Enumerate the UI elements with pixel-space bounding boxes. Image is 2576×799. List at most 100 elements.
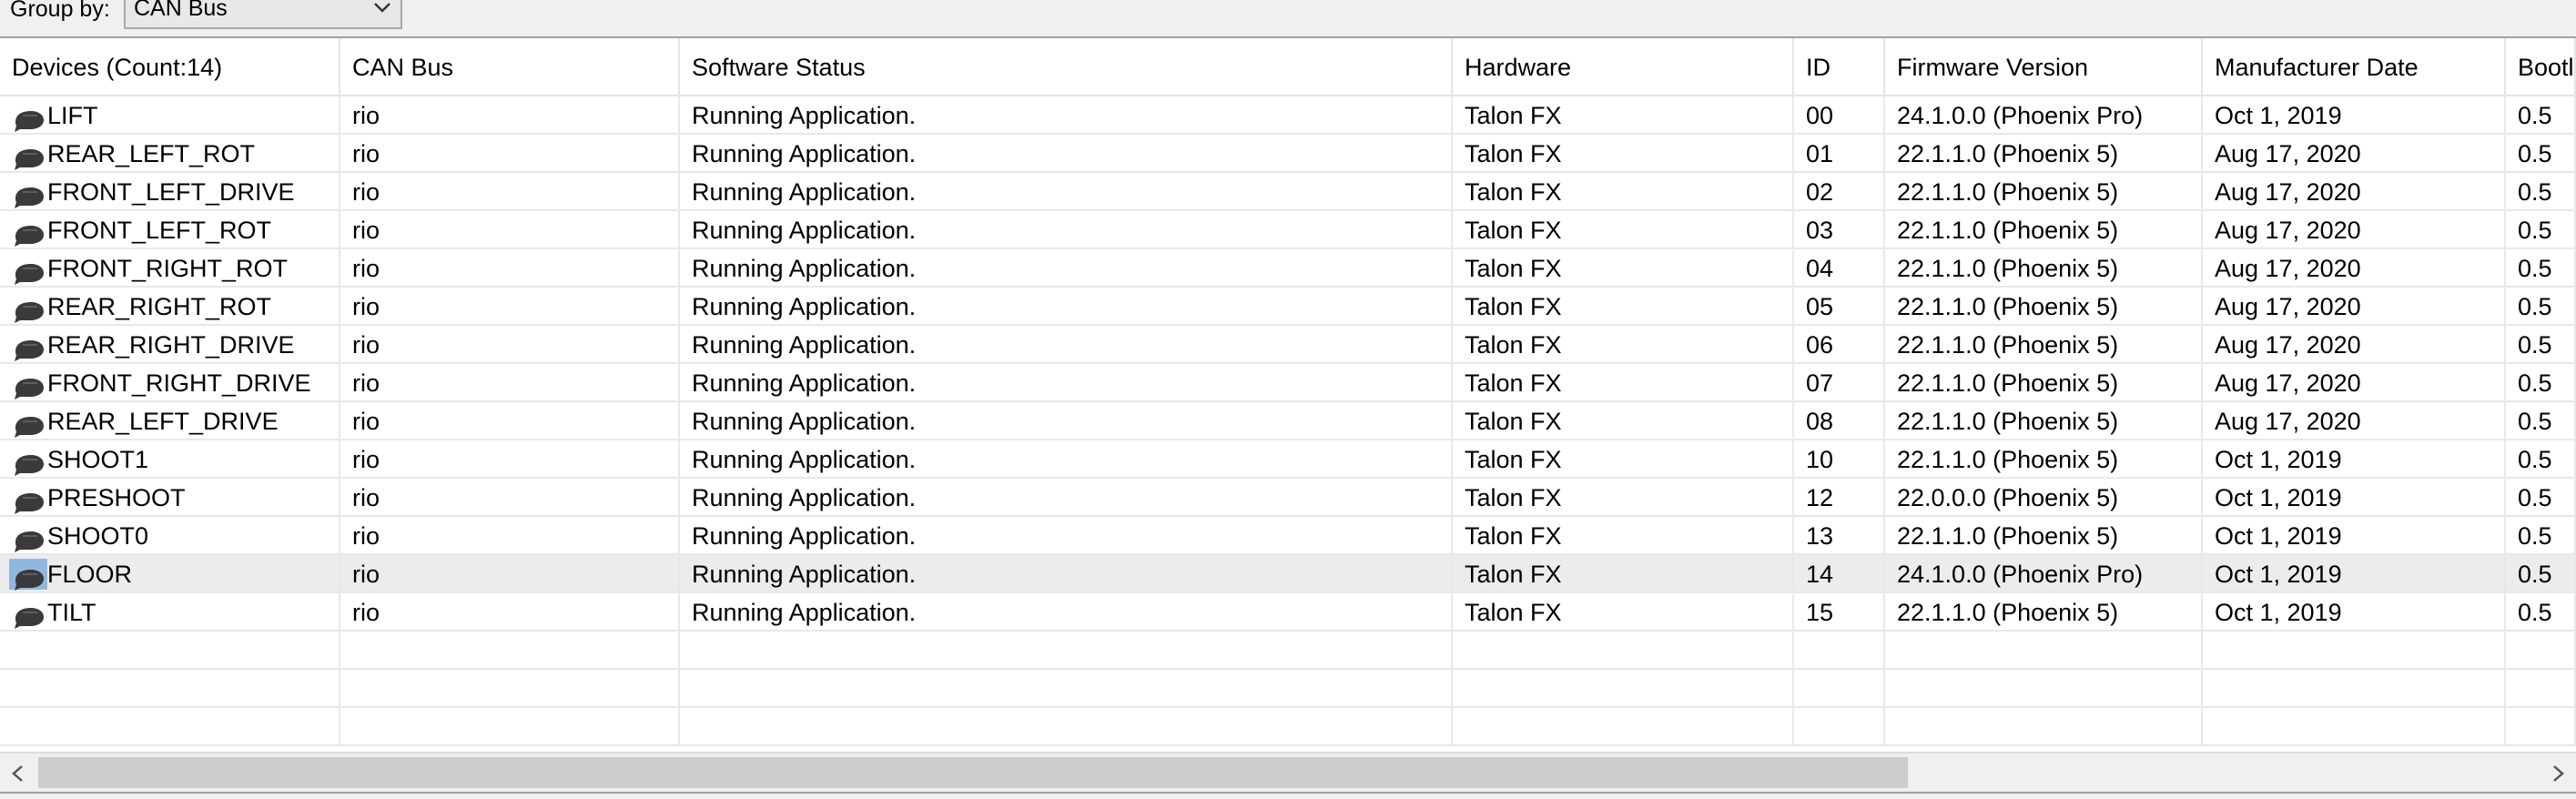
empty-table-row [0,632,2576,670]
software-status-cell: Running Application. [680,326,1453,364]
empty-cell [340,708,680,746]
software-status-cell: Running Application. [680,211,1453,249]
can-bus-cell: rio [340,479,680,517]
header-software-status[interactable]: Software Status [680,38,1453,96]
firmware-version-cell: 22.1.1.0 (Phoenix 5) [1885,364,2203,402]
hardware-cell: Talon FX [1453,249,1794,288]
header-id[interactable]: ID [1794,38,1885,96]
bootloader-cell: 0.5 [2506,173,2576,211]
firmware-version-cell: 22.0.0.0 (Phoenix 5) [1885,479,2203,517]
header-devices[interactable]: Devices (Count:14) [0,38,340,96]
firmware-version-cell: 22.1.1.0 (Phoenix 5) [1885,288,2203,326]
talon-fx-motor-icon [13,563,46,591]
empty-cell [0,708,340,746]
device-name-label: TILT [47,599,96,626]
can-bus-cell: rio [340,249,680,288]
talon-fx-motor-icon [13,334,46,361]
firmware-version-cell: 22.1.1.0 (Phoenix 5) [1885,135,2203,173]
manufacturer-date-cell: Oct 1, 2019 [2203,440,2506,479]
horizontal-scrollbar[interactable] [0,752,2576,794]
talon-fx-motor-icon [13,181,46,208]
chevron-down-icon [374,3,390,13]
header-hardware[interactable]: Hardware [1453,38,1794,96]
group-by-select[interactable]: CAN Bus [124,0,402,29]
device-name-label: LIFT [47,102,98,129]
empty-cell [2203,708,2506,746]
table-row[interactable]: REAR_RIGHT_DRIVE rio Running Application. T… [0,326,2576,364]
can-bus-cell: rio [340,211,680,249]
header-firmware-version[interactable]: Firmware Version [1885,38,2203,96]
table-row[interactable]: SHOOT0 rio Running Application. Talon FX 13 2… [0,517,2576,555]
device-name-label: FRONT_RIGHT_ROT [47,255,289,282]
talon-fx-motor-icon [13,372,46,400]
scroll-right-arrow-icon[interactable] [2543,761,2572,786]
bootloader-cell: 0.5 [2506,402,2576,440]
device-name-cell: PRESHOOT [0,479,340,517]
empty-cell [1885,632,2203,670]
device-name-cell: REAR_RIGHT_ROT [0,288,340,326]
manufacturer-date-cell: Oct 1, 2019 [2203,593,2506,632]
id-cell: 07 [1794,364,1885,402]
table-row[interactable]: FLOOR rio Running Application. Talon FX 14 24… [0,555,2576,593]
device-name-label: FLOOR [47,561,133,588]
manufacturer-date-cell: Aug 17, 2020 [2203,211,2506,249]
hardware-cell: Talon FX [1453,440,1794,479]
firmware-version-cell: 22.1.1.0 (Phoenix 5) [1885,517,2203,555]
talon-fx-motor-icon [13,487,46,514]
device-name-label: FRONT_LEFT_ROT [47,217,272,244]
empty-cell [680,632,1453,670]
empty-cell [1453,708,1794,746]
device-name-label: FRONT_LEFT_DRIVE [47,178,295,206]
table-row[interactable]: FRONT_LEFT_ROT rio Running Application. Tal… [0,211,2576,249]
table-row[interactable]: REAR_RIGHT_ROT rio Running Application. Tal… [0,288,2576,326]
hardware-cell: Talon FX [1453,593,1794,632]
talon-fx-motor-icon [13,219,46,247]
firmware-version-cell: 22.1.1.0 (Phoenix 5) [1885,593,2203,632]
empty-cell [1453,632,1794,670]
talon-fx-motor-icon [13,410,46,438]
bootloader-cell: 0.5 [2506,211,2576,249]
table-row[interactable]: FRONT_RIGHT_ROT rio Running Application. Ta… [0,249,2576,288]
software-status-cell: Running Application. [680,479,1453,517]
header-bootloader[interactable]: Bootl [2506,38,2576,96]
table-row[interactable]: PRESHOOT rio Running Application. Talon FX 1… [0,479,2576,517]
bootloader-cell: 0.5 [2506,135,2576,173]
device-name-label: PRESHOOT [47,484,186,511]
firmware-version-cell: 24.1.0.0 (Phoenix Pro) [1885,555,2203,593]
table-row[interactable]: FRONT_RIGHT_DRIVE rio Running Application.… [0,364,2576,402]
hardware-cell: Talon FX [1453,173,1794,211]
manufacturer-date-cell: Aug 17, 2020 [2203,402,2506,440]
empty-cell [680,670,1453,708]
table-row[interactable]: LIFT rio Running Application. Talon FX 00 24.… [0,96,2576,135]
hardware-cell: Talon FX [1453,364,1794,402]
device-name-cell: FRONT_RIGHT_DRIVE [0,364,340,402]
software-status-cell: Running Application. [680,440,1453,479]
device-name-cell: FRONT_RIGHT_ROT [0,249,340,288]
can-bus-cell: rio [340,96,680,135]
hardware-cell: Talon FX [1453,135,1794,173]
empty-cell [1885,708,2203,746]
header-manufacturer-date[interactable]: Manufacturer Date [2203,38,2506,96]
table-row[interactable]: TILT rio Running Application. Talon FX 15 22.… [0,593,2576,632]
bootloader-cell: 0.5 [2506,364,2576,402]
hardware-cell: Talon FX [1453,402,1794,440]
scrollbar-thumb[interactable] [38,757,1908,788]
table-row[interactable]: SHOOT1 rio Running Application. Talon FX 10 2… [0,440,2576,479]
empty-cell [680,708,1453,746]
talon-fx-motor-icon [13,602,46,629]
manufacturer-date-cell: Oct 1, 2019 [2203,96,2506,135]
header-can-bus[interactable]: CAN Bus [340,38,680,96]
manufacturer-date-cell: Aug 17, 2020 [2203,288,2506,326]
device-name-cell: FRONT_LEFT_DRIVE [0,173,340,211]
software-status-cell: Running Application. [680,593,1453,632]
table-row[interactable]: FRONT_LEFT_DRIVE rio Running Application. T… [0,173,2576,211]
toolbar: Group by: CAN Bus [0,0,2576,38]
scroll-left-arrow-icon[interactable] [4,761,33,786]
can-bus-cell: rio [340,173,680,211]
firmware-version-cell: 22.1.1.0 (Phoenix 5) [1885,173,2203,211]
table-row[interactable]: REAR_LEFT_ROT rio Running Application. Talo… [0,135,2576,173]
manufacturer-date-cell: Aug 17, 2020 [2203,135,2506,173]
bootloader-cell: 0.5 [2506,288,2576,326]
bootloader-cell: 0.5 [2506,326,2576,364]
table-row[interactable]: REAR_LEFT_DRIVE rio Running Application. Ta… [0,402,2576,440]
